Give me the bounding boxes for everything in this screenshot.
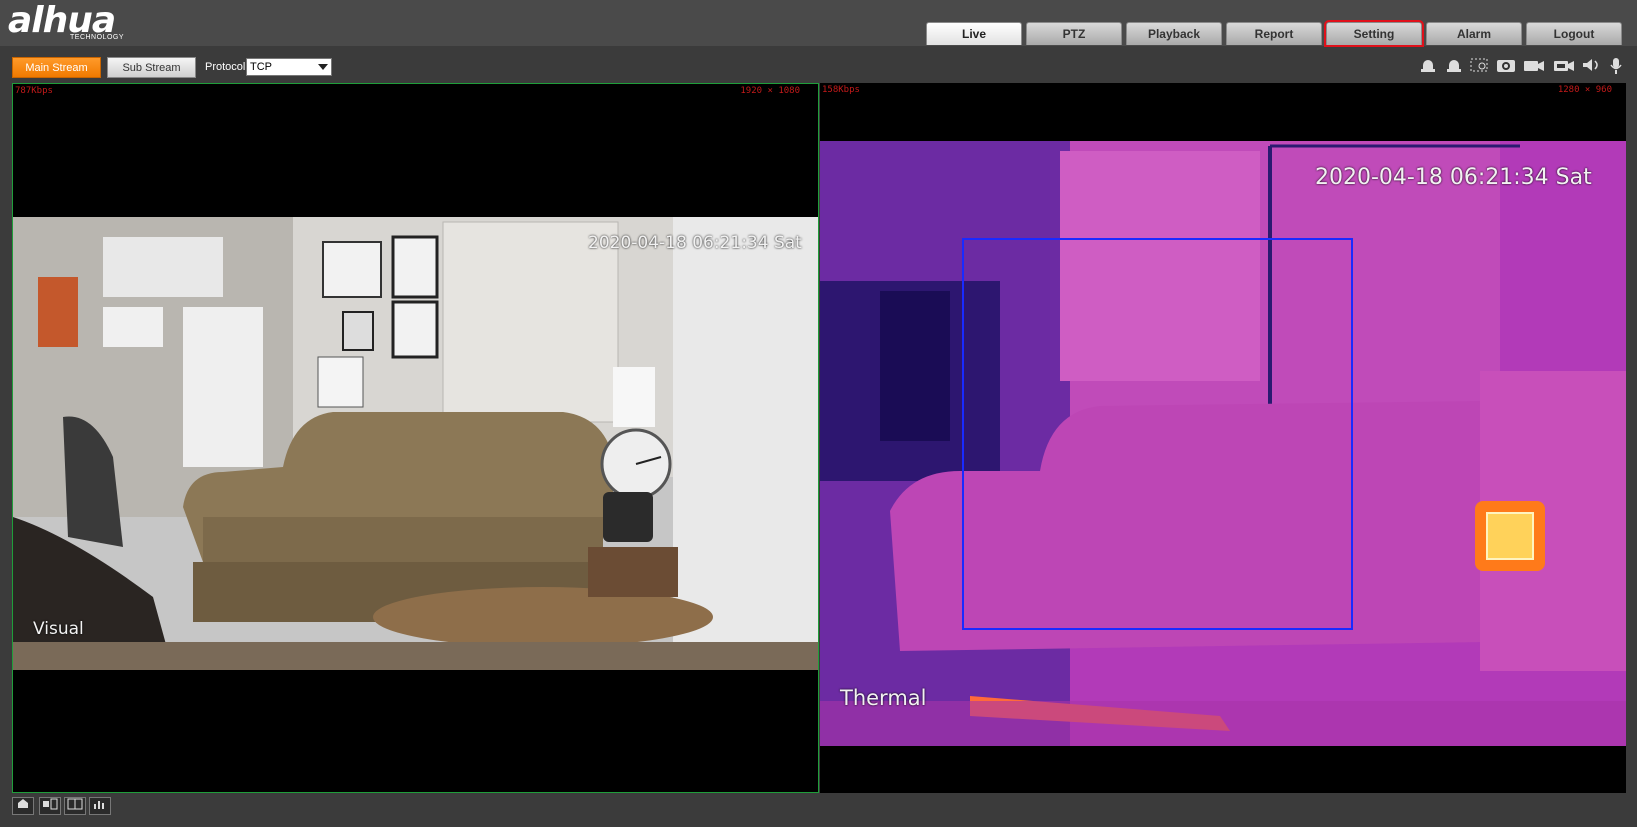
sub-stream-button[interactable]: Sub Stream: [107, 57, 196, 78]
thermal-scene-graphic: [820, 141, 1626, 746]
visual-video-pane[interactable]: 787Kbps 1920 × 1080 2020-04-18 06:21:34 …: [12, 83, 819, 793]
alarm-out-icon[interactable]: [1417, 57, 1439, 77]
thermal-resolution: 1280 × 960: [1557, 85, 1612, 95]
stream-toolbar: Main Stream Sub Stream Protocol TCP: [0, 54, 1637, 80]
tab-logout[interactable]: Logout: [1526, 22, 1622, 45]
stats-icon[interactable]: [89, 797, 111, 815]
main-stream-button[interactable]: Main Stream: [12, 57, 101, 78]
protocol-value: TCP: [250, 61, 272, 73]
visual-scene-graphic: [13, 217, 818, 670]
ratio-icon[interactable]: [39, 797, 61, 815]
fullscreen-icon[interactable]: [12, 797, 34, 815]
layout-icon[interactable]: [64, 797, 86, 815]
alarm-out-2-icon[interactable]: [1443, 57, 1465, 77]
visual-resolution: 1920 × 1080: [740, 86, 800, 96]
visual-video-image: 2020-04-18 06:21:34 Sat Visual: [13, 217, 818, 670]
record-icon[interactable]: [1523, 57, 1545, 77]
visual-label: Visual: [33, 619, 84, 639]
snapshot-icon[interactable]: [1495, 57, 1517, 77]
visual-bitrate: 787Kbps: [15, 86, 53, 96]
thermal-video-pane[interactable]: 158Kbps 1280 × 960 2020-04-18 06:21:34 S…: [820, 83, 1626, 793]
tab-live[interactable]: Live: [926, 22, 1022, 45]
tab-setting[interactable]: Setting: [1324, 20, 1424, 47]
protocol-select[interactable]: TCP: [246, 58, 332, 76]
tab-alarm[interactable]: Alarm: [1426, 22, 1522, 45]
thermal-video-image: 2020-04-18 06:21:34 Sat Thermal: [820, 141, 1626, 746]
thermal-bitrate: 158Kbps: [822, 85, 860, 95]
tab-playback[interactable]: Playback: [1126, 22, 1222, 45]
tab-ptz[interactable]: PTZ: [1026, 22, 1122, 45]
protocol-label: Protocol: [205, 61, 246, 73]
header: alhua TECHNOLOGY Live PTZ Playback Repor…: [0, 0, 1637, 47]
thermal-timestamp: 2020-04-18 06:21:34 Sat: [1315, 165, 1592, 190]
record-2-icon[interactable]: [1553, 57, 1575, 77]
tab-report[interactable]: Report: [1226, 22, 1322, 45]
zoom-region-icon[interactable]: [1469, 57, 1491, 77]
visual-timestamp: 2020-04-18 06:21:34 Sat: [588, 233, 802, 253]
live-tool-icons: [1417, 57, 1627, 77]
brand-sub: TECHNOLOGY: [70, 34, 125, 41]
audio-icon[interactable]: [1581, 57, 1603, 77]
chevron-down-icon: [318, 64, 328, 70]
thermal-label: Thermal: [840, 686, 927, 710]
mic-icon[interactable]: [1605, 57, 1627, 77]
